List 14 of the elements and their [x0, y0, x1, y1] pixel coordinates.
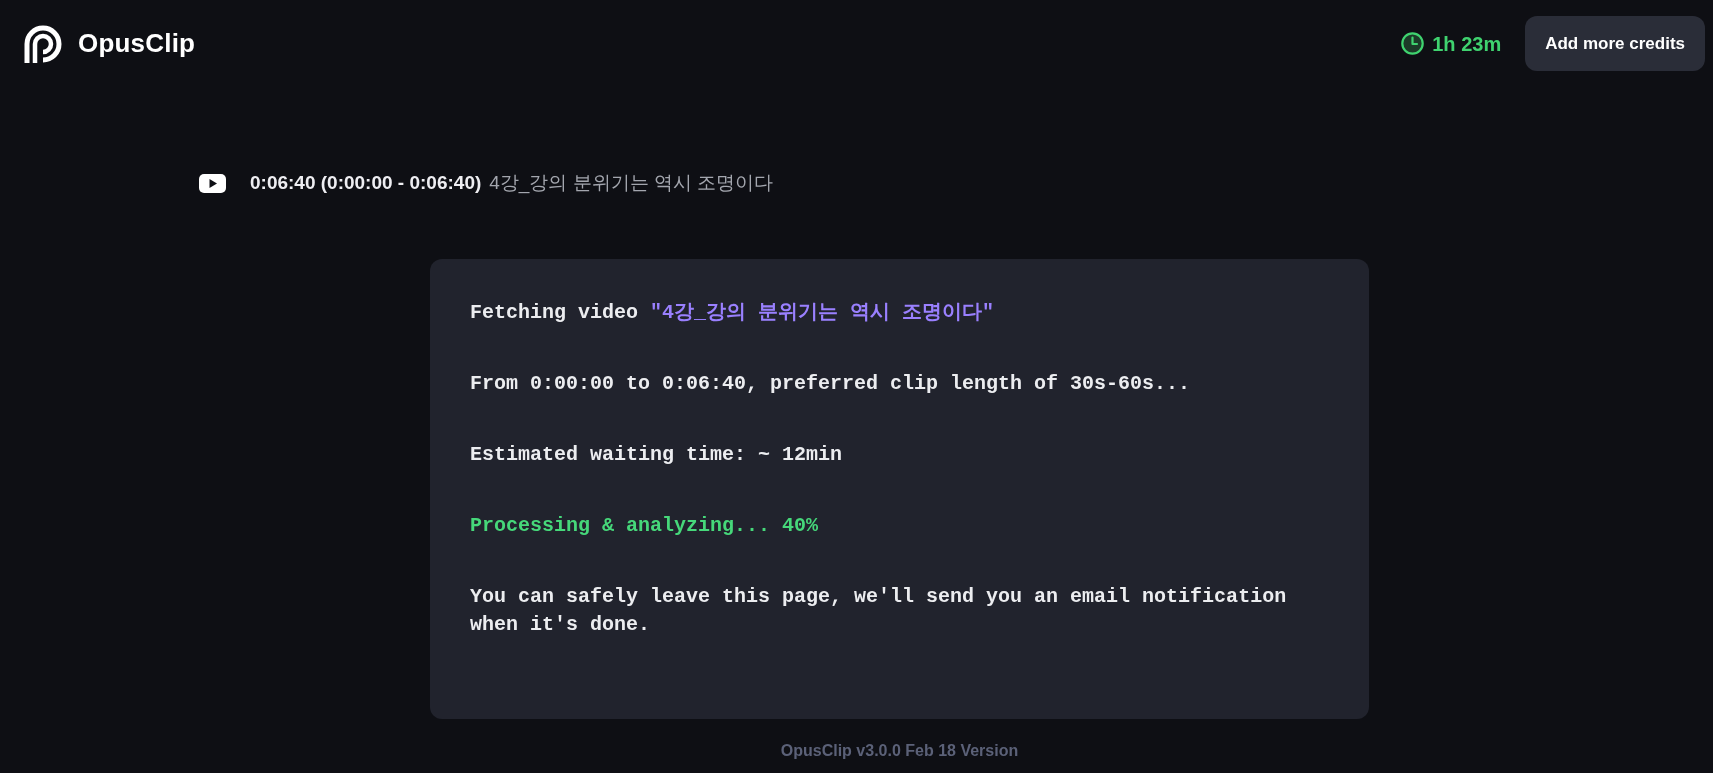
- status-text: Estimated waiting time: ~ 12min: [470, 442, 844, 468]
- video-play-icon: [199, 173, 226, 193]
- credits-time: 1h 23m: [1432, 31, 1502, 57]
- logo-icon: [24, 24, 62, 63]
- video-duration: 0:06:40 (0:00:00 - 0:06:40): [250, 170, 482, 195]
- add-credits-button[interactable]: Add more credits: [1525, 16, 1705, 71]
- video-title: 4강_강의 분위기는 역시 조명이다: [489, 170, 774, 196]
- progress-status-text: Processing & analyzing... 40%: [470, 513, 820, 539]
- fetch-status-text: Fetching video "4강_강의 분위기는 역시 조명이다": [470, 300, 996, 326]
- clock-icon: [1401, 32, 1425, 55]
- logo-text: OpusClip: [78, 27, 196, 60]
- status-text: From 0:00:00 to 0:06:40, preferred clip length of 30s-60s...: [470, 371, 1192, 397]
- version-text: OpusClip v3.0.0 Feb 18 Version: [780, 741, 1019, 761]
- status-text: You can safely leave this page, we'll send you an email notification when it's done.: [470, 584, 1288, 638]
